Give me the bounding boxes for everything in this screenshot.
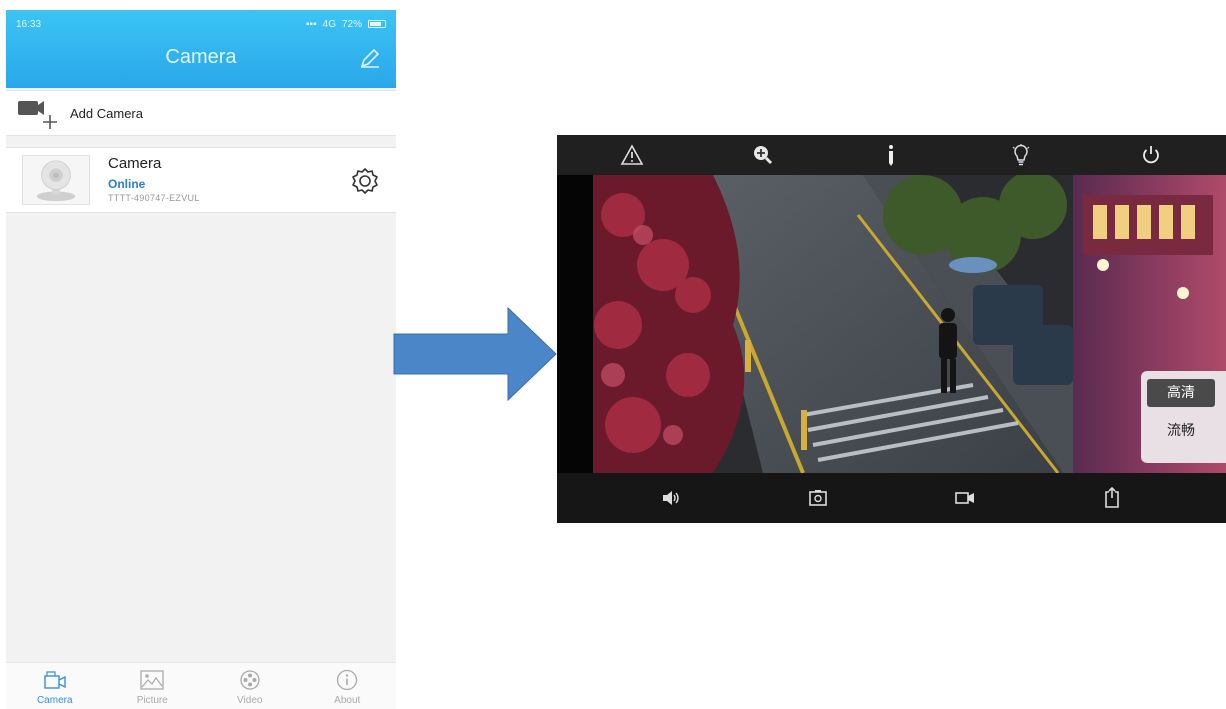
- quality-option-hd[interactable]: 高清: [1147, 379, 1215, 407]
- record-button[interactable]: [951, 484, 979, 512]
- battery-percent: 72%: [341, 18, 362, 30]
- picture-icon: [140, 670, 164, 690]
- video-left-border: [557, 175, 593, 473]
- tab-picture[interactable]: Picture: [104, 663, 202, 709]
- tab-picture-label: Picture: [136, 695, 168, 706]
- light-bulb-icon: [1012, 144, 1030, 166]
- power-icon: [1143, 146, 1159, 164]
- edit-button[interactable]: [358, 46, 382, 70]
- video-player: 高清 流畅: [557, 135, 1226, 523]
- add-camera-label: Add Camera: [70, 105, 143, 121]
- camera-settings-button[interactable]: [350, 166, 380, 196]
- camera-id: TTTT-490747-EZVUL: [108, 193, 200, 203]
- camera-status: Online: [108, 177, 146, 191]
- page-title: Camera: [165, 46, 237, 68]
- tab-camera[interactable]: Camera: [6, 663, 104, 709]
- add-camera-button[interactable]: Add Camera: [6, 90, 396, 136]
- record-icon: [955, 492, 975, 504]
- camera-list-item[interactable]: Camera Online TTTT-490747-EZVUL: [6, 147, 396, 213]
- snapshot-icon: [809, 490, 827, 506]
- tilt-button[interactable]: [877, 141, 905, 169]
- phone-screen: 16:33 ▪▪▪ 4G 72% Camera Add Camera Camer…: [6, 10, 396, 709]
- alarm-button[interactable]: [618, 141, 646, 169]
- warning-icon: [620, 144, 644, 165]
- battery-icon: [368, 20, 386, 28]
- share-icon: [1105, 486, 1120, 508]
- quality-selector: 高清 流畅: [1141, 371, 1226, 463]
- street-scene-image: [593, 175, 1226, 473]
- gear-icon: [352, 168, 378, 194]
- webcam-icon: [36, 160, 76, 202]
- status-bar: 16:33 ▪▪▪ 4G 72%: [6, 10, 396, 38]
- add-camera-icon: [16, 95, 62, 131]
- right-arrow-icon: [393, 306, 557, 402]
- share-button[interactable]: [1098, 484, 1126, 512]
- tilt-icon: [889, 145, 894, 166]
- signal-icon: ▪▪▪: [306, 18, 317, 30]
- camera-thumbnail: [22, 155, 90, 205]
- tab-about[interactable]: About: [299, 663, 397, 709]
- tab-video[interactable]: Video: [201, 663, 299, 709]
- speaker-button[interactable]: [657, 484, 685, 512]
- player-top-toolbar: [557, 135, 1226, 175]
- network-type: 4G: [322, 18, 336, 30]
- bottom-tab-bar: Camera Picture Video About: [6, 662, 396, 709]
- camera-name: Camera: [108, 155, 162, 172]
- pencil-icon: [360, 48, 380, 68]
- zoom-button[interactable]: [748, 141, 776, 169]
- tab-about-label: About: [334, 695, 361, 706]
- quality-option-smooth[interactable]: 流畅: [1147, 417, 1215, 445]
- live-video-feed[interactable]: [593, 175, 1226, 473]
- tab-camera-label: Camera: [36, 695, 73, 706]
- light-button[interactable]: [1007, 141, 1035, 169]
- snapshot-button[interactable]: [804, 484, 832, 512]
- player-bottom-toolbar: [557, 473, 1226, 523]
- status-time: 16:33: [16, 18, 42, 30]
- camera-tab-icon: [44, 671, 66, 689]
- speaker-icon: [662, 491, 679, 505]
- zoom-in-icon: [753, 146, 772, 165]
- tab-video-label: Video: [237, 695, 263, 706]
- info-icon: [337, 669, 358, 691]
- power-button[interactable]: [1137, 141, 1165, 169]
- film-reel-icon: [240, 670, 260, 690]
- app-header: 16:33 ▪▪▪ 4G 72% Camera: [6, 10, 396, 88]
